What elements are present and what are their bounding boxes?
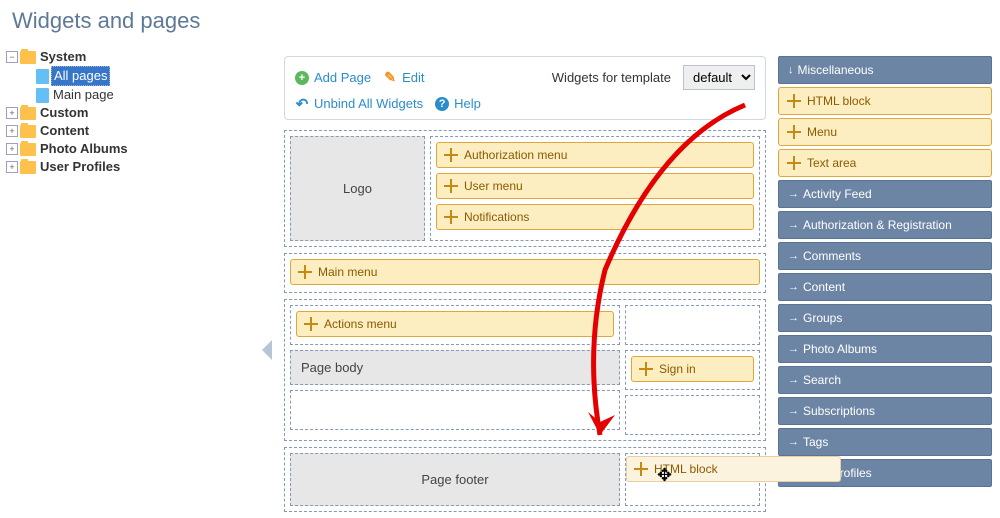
cat-search[interactable]: →Search	[778, 366, 992, 394]
move-icon	[787, 94, 801, 108]
move-icon	[304, 317, 318, 331]
tree-label: Content	[38, 122, 91, 140]
empty-drop-zone[interactable]	[625, 305, 760, 345]
cat-subs[interactable]: →Subscriptions	[778, 397, 992, 425]
widget-auth-menu[interactable]: Authorization menu	[436, 142, 754, 168]
cat-content[interactable]: →Content	[778, 273, 992, 301]
help-icon: ?	[435, 97, 449, 111]
collapse-sidebar-button[interactable]	[262, 340, 272, 360]
page-icon	[36, 69, 49, 84]
move-icon	[787, 156, 801, 170]
widget-signin[interactable]: Sign in	[631, 356, 754, 382]
toolbar: +Add Page ✎Edit Widgets for template def…	[284, 56, 766, 120]
folder-icon	[20, 161, 36, 174]
empty-drop-zone[interactable]	[290, 390, 620, 430]
move-icon	[787, 125, 801, 139]
tree-node-main-page[interactable]: Main page	[22, 86, 270, 104]
move-icon	[298, 265, 312, 279]
move-icon	[639, 362, 653, 376]
template-label: Widgets for template	[552, 70, 671, 85]
unbind-button[interactable]: ↶Unbind All Widgets	[295, 96, 423, 111]
widget-palette: ↓Miscellaneous HTML block Menu Text area…	[778, 56, 992, 518]
move-icon	[444, 210, 458, 224]
collapse-icon[interactable]: −	[6, 51, 18, 63]
folder-icon	[20, 143, 36, 156]
tree-label: Custom	[38, 104, 90, 122]
main-menu-zone[interactable]: Main menu	[284, 253, 766, 293]
tree-node-albums[interactable]: + Photo Albums	[6, 140, 270, 158]
header-drop-zone[interactable]: Authorization menu User menu Notificatio…	[430, 136, 760, 241]
arrow-right-icon: →	[788, 374, 799, 386]
move-icon	[634, 462, 648, 476]
cat-comments[interactable]: →Comments	[778, 242, 992, 270]
expand-icon[interactable]: +	[6, 161, 18, 173]
edit-button[interactable]: ✎Edit	[383, 70, 424, 85]
signin-zone[interactable]: Sign in	[625, 350, 760, 390]
widget-main-menu[interactable]: Main menu	[290, 259, 760, 285]
layout-editor: +Add Page ✎Edit Widgets for template def…	[284, 56, 766, 518]
move-icon	[444, 148, 458, 162]
tree-node-system[interactable]: − System	[6, 48, 270, 66]
template-select[interactable]: default	[683, 65, 755, 90]
tree-node-profiles[interactable]: + User Profiles	[6, 158, 270, 176]
tree-label: All pages	[51, 66, 110, 86]
folder-icon	[20, 125, 36, 138]
palette-widget-textarea[interactable]: Text area	[778, 149, 992, 177]
expand-icon[interactable]: +	[6, 107, 18, 119]
palette-widget-html[interactable]: HTML block	[778, 87, 992, 115]
cat-tags[interactable]: →Tags	[778, 428, 992, 456]
tree-node-custom[interactable]: + Custom	[6, 104, 270, 122]
arrow-right-icon: →	[788, 188, 799, 200]
arrow-right-icon: →	[788, 405, 799, 417]
move-icon	[444, 179, 458, 193]
cat-activity[interactable]: →Activity Feed	[778, 180, 992, 208]
widget-html-block-dragging[interactable]: HTML block	[626, 456, 841, 482]
undo-icon: ↶	[295, 97, 309, 111]
page-title: Widgets and pages	[0, 0, 1000, 48]
arrow-right-icon: →	[788, 436, 799, 448]
arrow-right-icon: →	[788, 250, 799, 262]
folder-open-icon	[20, 51, 36, 64]
widget-actions-menu[interactable]: Actions menu	[296, 311, 614, 337]
tree-label: System	[38, 48, 88, 66]
tree-label: Main page	[51, 86, 116, 104]
arrow-right-icon: →	[788, 343, 799, 355]
footer-region: Page footer HTML block	[284, 447, 766, 512]
header-region: Logo Authorization menu User menu Notifi…	[284, 130, 766, 247]
cat-groups[interactable]: →Groups	[778, 304, 992, 332]
expand-icon[interactable]: +	[6, 143, 18, 155]
widget-notifications[interactable]: Notifications	[436, 204, 754, 230]
folder-icon	[20, 107, 36, 120]
pencil-icon: ✎	[383, 71, 397, 85]
widget-user-menu[interactable]: User menu	[436, 173, 754, 199]
plus-icon: +	[295, 71, 309, 85]
tree-node-all-pages[interactable]: All pages	[22, 66, 270, 86]
arrow-down-icon: ↓	[788, 64, 794, 76]
content-region: Actions menu Page body Sign in	[284, 299, 766, 441]
footer-drop-zone[interactable]: HTML block	[625, 453, 760, 506]
expand-icon[interactable]: +	[6, 125, 18, 137]
actions-zone[interactable]: Actions menu	[290, 305, 620, 345]
cat-miscellaneous[interactable]: ↓Miscellaneous	[778, 56, 992, 84]
page-icon	[36, 88, 49, 103]
page-body-slot[interactable]: Page body	[290, 350, 620, 385]
footer-slot[interactable]: Page footer	[290, 453, 620, 506]
add-page-button[interactable]: +Add Page	[295, 70, 371, 85]
cat-albums[interactable]: →Photo Albums	[778, 335, 992, 363]
tree-node-content[interactable]: + Content	[6, 122, 270, 140]
arrow-right-icon: →	[788, 281, 799, 293]
logo-slot[interactable]: Logo	[290, 136, 425, 241]
tree-label: User Profiles	[38, 158, 122, 176]
tree-label: Photo Albums	[38, 140, 130, 158]
empty-drop-zone[interactable]	[625, 395, 760, 435]
cat-authreg[interactable]: →Authorization & Registration	[778, 211, 992, 239]
tree-sidebar: − System All pages Main page + Custom + Co…	[0, 48, 270, 518]
palette-widget-menu[interactable]: Menu	[778, 118, 992, 146]
arrow-right-icon: →	[788, 219, 799, 231]
help-button[interactable]: ?Help	[435, 96, 481, 111]
arrow-right-icon: →	[788, 312, 799, 324]
